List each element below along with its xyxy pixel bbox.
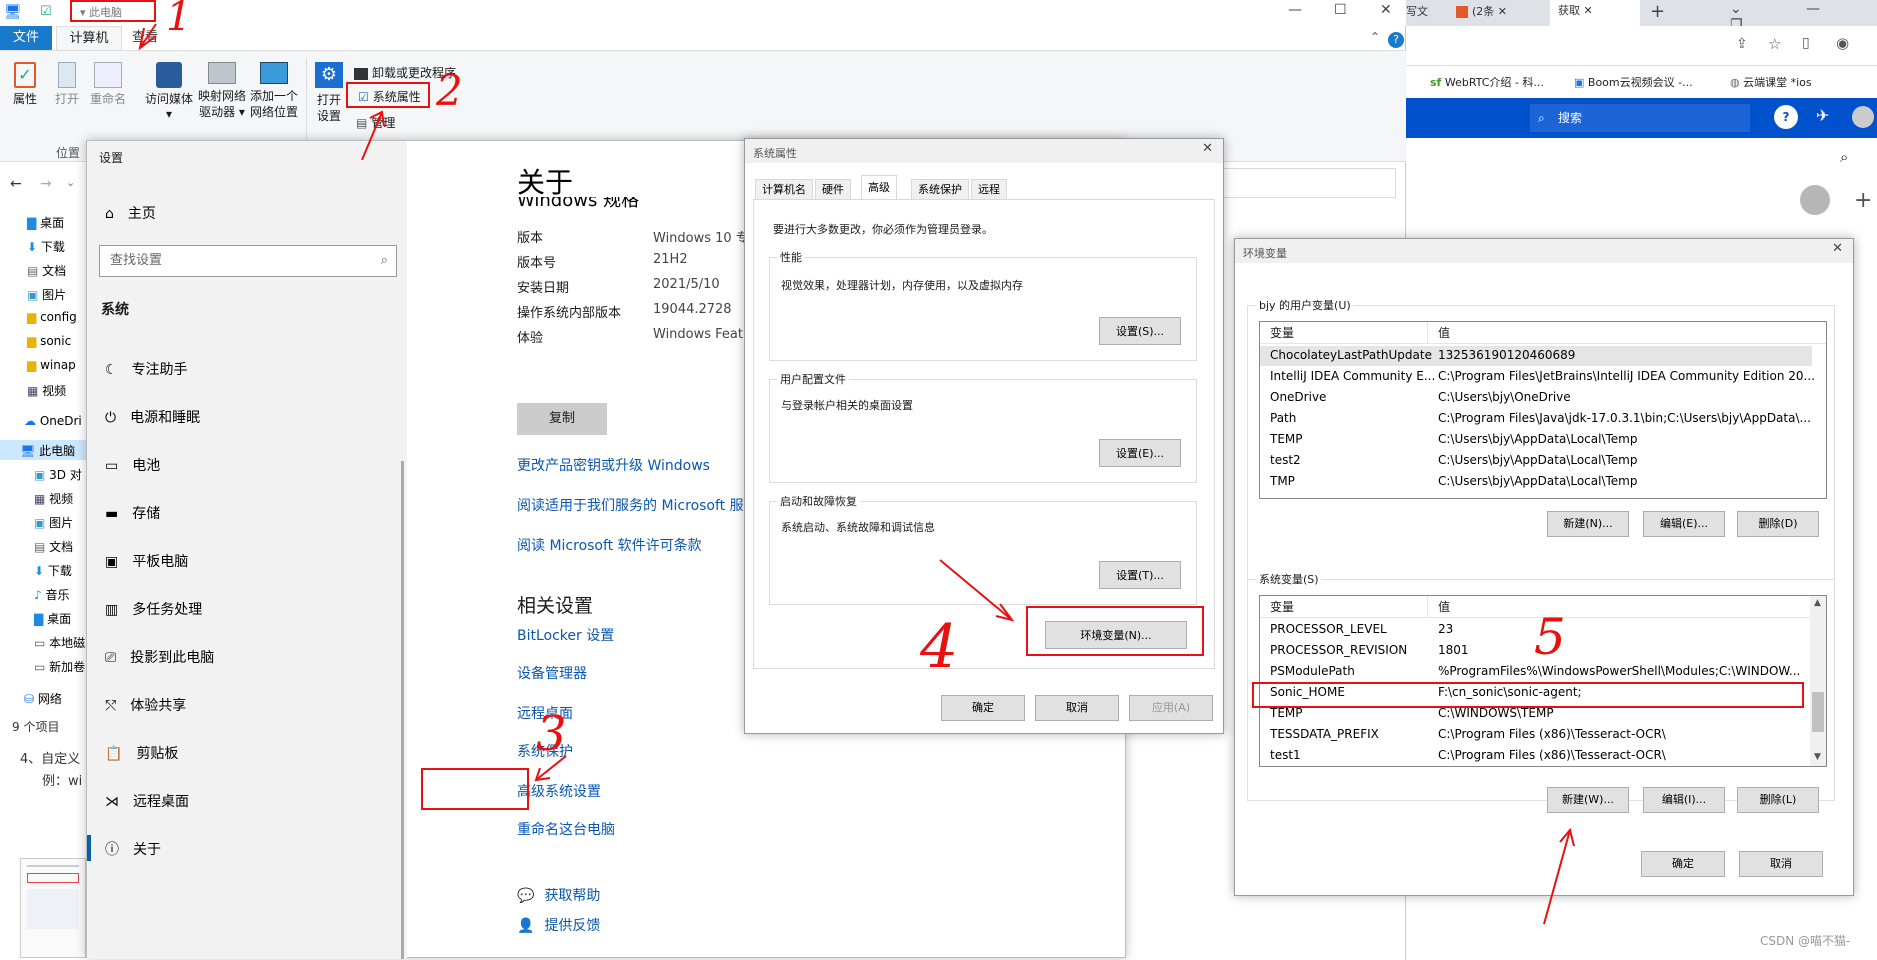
annotation-arrows [138, 23, 1575, 925]
watermark: CSDN @喵不猫- [1760, 934, 1851, 948]
arrow-5 [1543, 829, 1571, 925]
arrow-4-head [995, 603, 1015, 622]
arrow-3 [535, 755, 567, 781]
arrow-2 [361, 111, 383, 161]
arrow-1-head [138, 27, 157, 51]
arrow-4 [939, 559, 1013, 621]
